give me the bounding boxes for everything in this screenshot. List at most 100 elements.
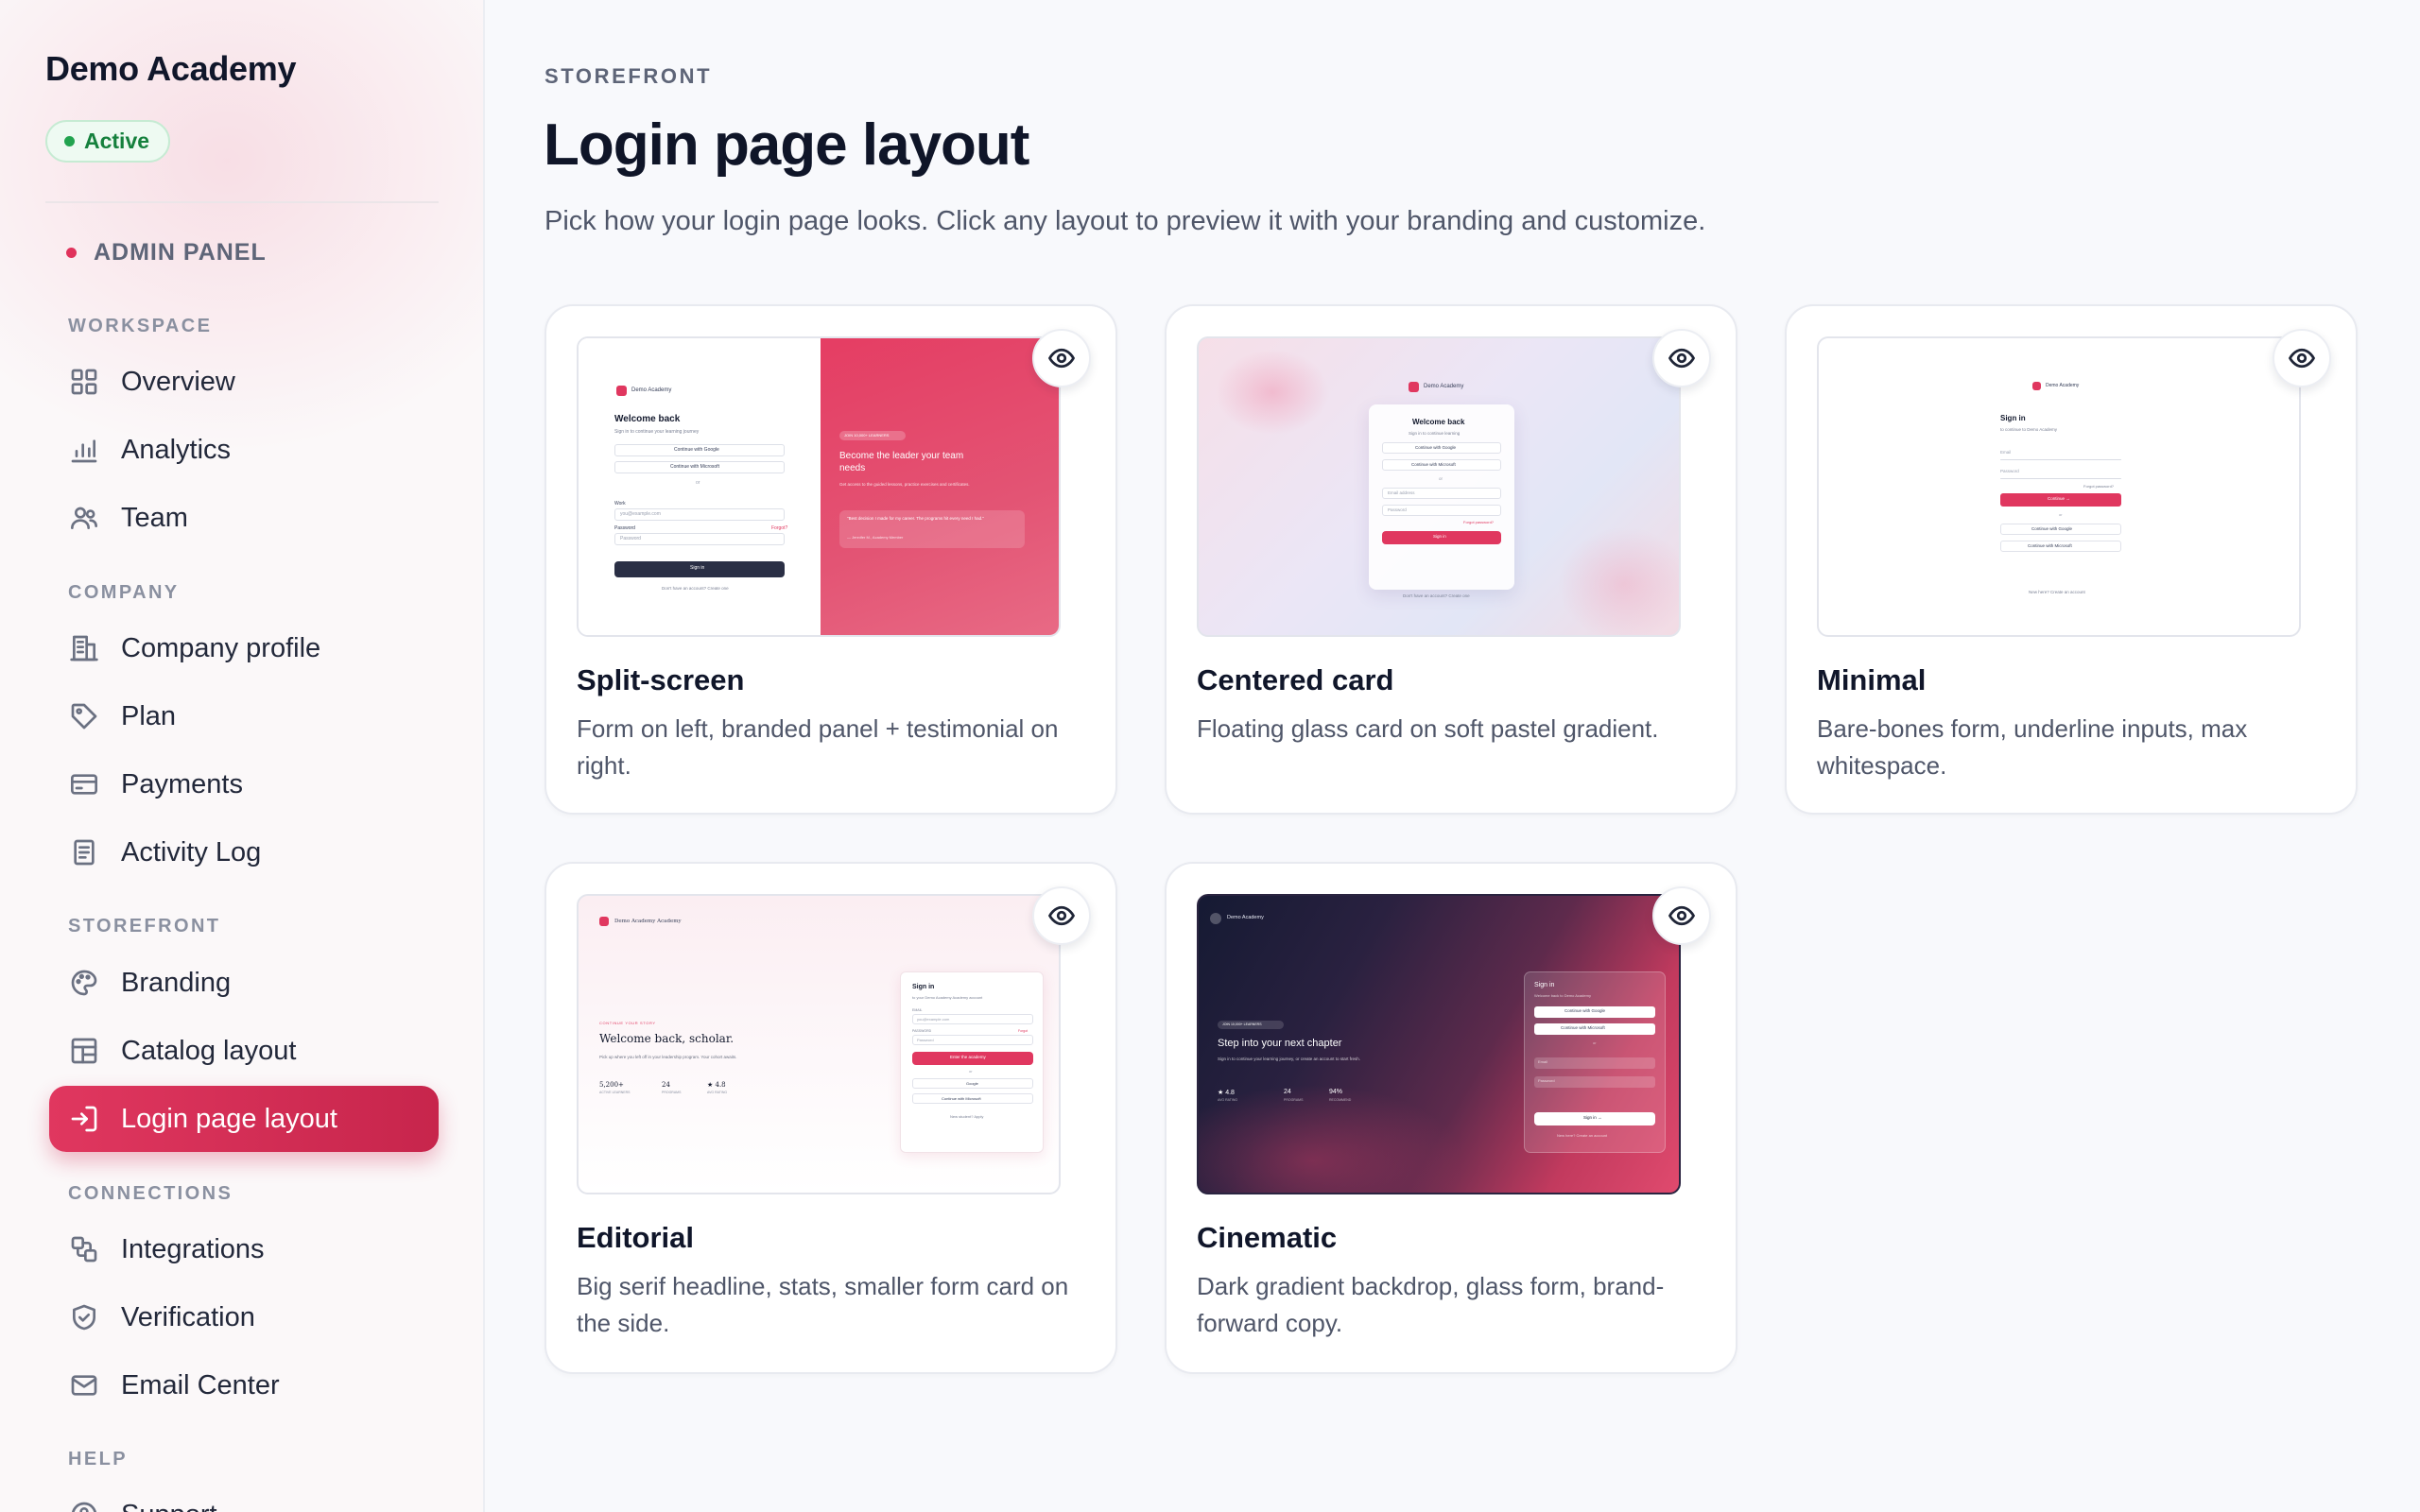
sidebar-item-branding[interactable]: Branding [49, 950, 439, 1016]
layout-card-minimal[interactable]: Demo Academy Sign in to continue to Demo… [1785, 304, 2358, 815]
layout-card-description: Form on left, branded panel + testimonia… [577, 714, 1059, 780]
preview-or: or [1439, 476, 1443, 481]
sidebar-item-plan[interactable]: Plan [49, 683, 439, 749]
preview-button[interactable] [1652, 329, 1711, 387]
sidebar-item-label: Integrations [121, 1233, 265, 1264]
preview-password-input: Password [1534, 1076, 1655, 1088]
layout-card-description: Bare-bones form, underline inputs, max w… [1817, 714, 2248, 780]
layout-card-title: Cinematic [1197, 1221, 1338, 1254]
sidebar-item-login-page-layout[interactable]: Login page layout [49, 1086, 439, 1152]
preview-google-label: Continue with Google [1564, 1008, 1606, 1013]
page-title: Login page layout [544, 112, 1029, 178]
preview-headline: Step into your next chapter [1218, 1038, 1342, 1049]
sidebar-item-team[interactable]: Team [49, 485, 439, 551]
layout-card-editorial[interactable]: Demo Academy Academy CONTINUE YOUR STORY… [544, 862, 1117, 1374]
layout-card-split-screen[interactable]: Demo Academy Welcome back Sign in to con… [544, 304, 1117, 815]
preview-footer: Don't have an account? Create one [1403, 593, 1470, 598]
admin-panel-text: ADMIN PANEL [94, 239, 267, 266]
preview-submit: Sign in [614, 561, 785, 577]
preview-email-label: Email [2000, 450, 2012, 455]
tag-icon [68, 700, 100, 732]
preview-google-label: Continue with Google [674, 447, 719, 453]
sidebar-item-activity-log[interactable]: Activity Log [49, 819, 439, 885]
preview-password-underline [2000, 478, 2121, 479]
sidebar-item-label: Plan [121, 700, 177, 731]
stat-value: 94% [1329, 1089, 1343, 1095]
layout-card-cinematic[interactable]: Demo Academy JOIN 10,000+ LEARNERS Step … [1165, 862, 1737, 1374]
preview-quote-author: — Jennifer M., Academy Member [847, 535, 904, 540]
sidebar-item-overview[interactable]: Overview [49, 349, 439, 415]
palette-icon [68, 967, 100, 999]
preview-email-input: Email [1534, 1057, 1655, 1069]
preview-heading: Welcome back [614, 414, 681, 424]
preview-microsoft-btn: Continue with Microsoft [1534, 1023, 1655, 1035]
pastel-blob [1558, 527, 1679, 635]
preview-quote: "Best decision I made for my career. The… [847, 516, 984, 521]
preview-password-label: Password [614, 525, 635, 531]
preview-button[interactable] [1652, 886, 1711, 945]
sidebar-item-company-profile[interactable]: Company profile [49, 615, 439, 681]
preview-password-input: Password [1382, 505, 1501, 516]
preview-forgot: Forgot password? [2083, 484, 2115, 489]
preview-microsoft-label: Continue with Microsoft [1411, 462, 1456, 467]
sidebar-item-label: Branding [121, 967, 232, 998]
shield-check-icon [68, 1301, 100, 1333]
preview-button[interactable] [1032, 886, 1091, 945]
mail-icon [68, 1369, 100, 1401]
preview-form-heading: Sign in [912, 984, 935, 990]
preview-brand: Demo Academy [1424, 384, 1464, 389]
preview-email-placeholder: Email address [1388, 490, 1415, 495]
sidebar-item-payments[interactable]: Payments [49, 751, 439, 817]
preview-button[interactable] [2273, 329, 2331, 387]
preview-microsoft-btn: Continue with Microsoft [1382, 459, 1501, 471]
preview-email-input: you@example.com [912, 1014, 1033, 1024]
sidebar-item-label: Support [121, 1500, 217, 1512]
sidebar-item-label: Payments [121, 768, 243, 799]
preview-form-sub: Welcome back to Demo Academy [1534, 993, 1591, 998]
sidebar-item-label: Login page layout [121, 1103, 337, 1134]
preview-body: Pick up where you left off in your leade… [599, 1055, 737, 1059]
preview-forgot: Forgot password? [1463, 520, 1495, 524]
preview-button[interactable] [1032, 329, 1091, 387]
sidebar-item-analytics[interactable]: Analytics [49, 417, 439, 483]
layout-card-title: Centered card [1197, 663, 1394, 696]
preview-brand: Demo Academy [1227, 915, 1264, 920]
layout-card-description: Dark gradient backdrop, glass form, bran… [1197, 1272, 1665, 1337]
sidebar-item-catalog-layout[interactable]: Catalog layout [49, 1018, 439, 1084]
layout-card-title: Editorial [577, 1221, 695, 1254]
preview-heading: Sign in [2000, 414, 2026, 422]
layout-icon [68, 1035, 100, 1067]
preview-submit: Sign in → [1534, 1112, 1655, 1125]
preview-brand: Demo Academy Academy [614, 919, 682, 924]
preview-microsoft-label: Continue with Microsoft [670, 464, 719, 470]
preview-form-card: Sign in to your Demo Academy Academy acc… [900, 971, 1044, 1153]
logo-mark-icon [616, 386, 627, 396]
sidebar-item-label: Team [121, 502, 188, 533]
layout-card-description: Big serif headline, stats, smaller form … [577, 1272, 1069, 1337]
preview-footer: New student? Apply [950, 1114, 984, 1119]
preview-email-placeholder: Email [1538, 1059, 1548, 1064]
section-company: COMPANY [68, 582, 180, 603]
preview-google-label: Continue with Google [1415, 445, 1457, 450]
pastel-blob [1216, 350, 1329, 435]
preview-microsoft-label: Continue with Microsoft [942, 1096, 981, 1101]
sidebar-item-label: Overview [121, 366, 235, 397]
preview-or: or [1593, 1040, 1597, 1045]
preview-centered-card: Demo Academy Welcome back Sign in to con… [1197, 336, 1681, 637]
preview-stats: ★ 4.8 AVG RATING 24 PROGRAMS 94% RECOMME… [1218, 1089, 1369, 1108]
section-connections: CONNECTIONS [68, 1183, 233, 1204]
sidebar-item-verification[interactable]: Verification [49, 1284, 439, 1350]
logo-mark-icon [1409, 382, 1419, 392]
sidebar-item-email-center[interactable]: Email Center [49, 1352, 439, 1418]
stat-label: AVG RATING [707, 1091, 728, 1094]
preview-google-btn: Continue with Google [1382, 442, 1501, 454]
sidebar-divider [45, 201, 439, 203]
logo-mark-icon [599, 917, 609, 926]
sidebar-item-label: Analytics [121, 434, 232, 465]
sidebar-item-support[interactable]: Support [49, 1482, 439, 1512]
preview-kicker: CONTINUE YOUR STORY [599, 1021, 656, 1025]
preview-microsoft-label: Continue with Microsoft [1561, 1025, 1605, 1030]
section-help: HELP [68, 1449, 128, 1469]
sidebar-item-integrations[interactable]: Integrations [49, 1216, 439, 1282]
layout-card-centered-card[interactable]: Demo Academy Welcome back Sign in to con… [1165, 304, 1737, 815]
